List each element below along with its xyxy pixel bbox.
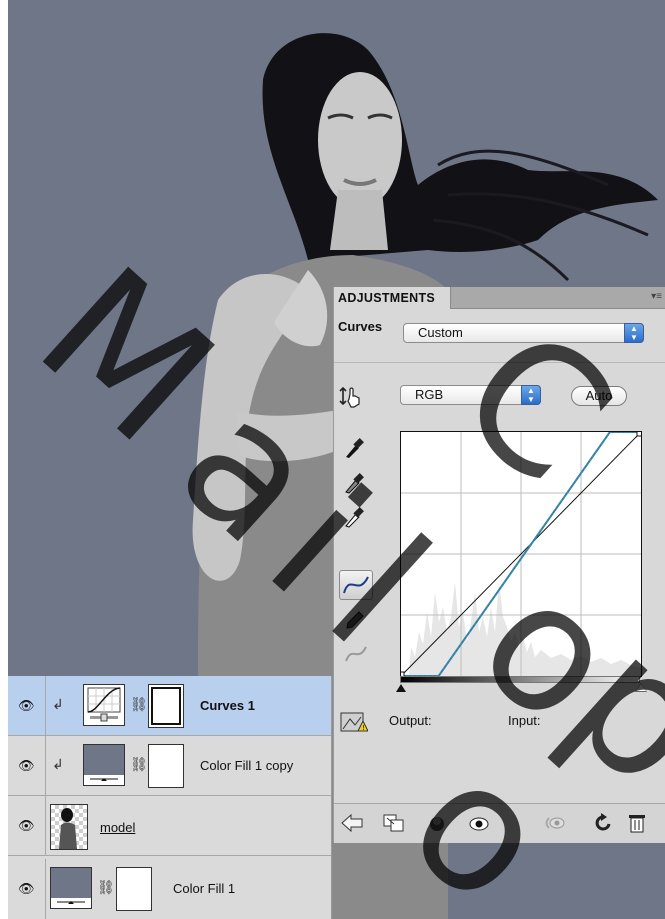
layer-row-color-fill-1[interactable]: 👁 ⛓ Color Fill 1	[8, 859, 331, 919]
channel-select[interactable]: RGB ▲ ▼	[400, 385, 541, 405]
layer-name[interactable]: model	[100, 820, 135, 835]
auto-button[interactable]: Auto	[571, 386, 627, 406]
adjustments-bottom-bar	[334, 803, 665, 843]
select-arrows-icon: ▲ ▼	[624, 323, 644, 343]
link-chain-icon[interactable]: ⛓	[130, 696, 148, 713]
histogram	[409, 582, 641, 676]
smooth-curve-icon[interactable]	[344, 643, 368, 670]
channel-value: RGB	[415, 387, 444, 402]
clipping-warning-icon[interactable]: !	[340, 709, 369, 733]
eye-icon: 👁	[18, 818, 35, 833]
return-to-list-icon[interactable]	[340, 812, 364, 834]
tab-adjustments[interactable]: ADJUSTMENTS	[334, 287, 451, 309]
visibility-toggle[interactable]: 👁	[8, 859, 46, 919]
input-label: Input:	[508, 713, 541, 728]
white-point-eyedropper-icon[interactable]	[344, 504, 366, 533]
gray-point-eyedropper-icon[interactable]	[344, 470, 366, 499]
layer-mask-thumbnail[interactable]	[148, 744, 184, 788]
layer-mask-thumbnail[interactable]	[148, 684, 184, 728]
divider	[334, 362, 665, 363]
visibility-toggle[interactable]: 👁	[8, 736, 46, 795]
clipping-arrow-icon: ↲	[52, 696, 64, 712]
color-fill-thumbnail	[50, 867, 92, 909]
link-chain-icon[interactable]: ⛓	[130, 756, 148, 773]
curves-plot	[398, 430, 643, 678]
view-previous-state-icon[interactable]	[541, 812, 567, 834]
white-point-slider[interactable]	[635, 683, 647, 692]
model-thumbnail	[50, 804, 88, 850]
layer-mask-thumbnail[interactable]	[116, 867, 152, 911]
adjustments-panel: ADJUSTMENTS ▾≡ Curves Custom ▲ ▼ RGB ▲ ▼ A…	[333, 287, 665, 843]
layers-panel: 👁 ↲ ⛓ Curves 1 👁 ↲ ⛓ Color Fill 1 copy 👁	[8, 676, 332, 919]
panel-menu-icon[interactable]: ▾≡	[651, 291, 662, 302]
black-point-eyedropper-icon[interactable]	[344, 435, 366, 464]
curve-points-tool-icon[interactable]	[339, 570, 373, 600]
on-image-adjust-icon[interactable]	[339, 386, 363, 413]
visibility-toggle[interactable]: 👁	[8, 676, 46, 735]
expand-view-icon[interactable]	[382, 812, 406, 834]
link-chain-icon[interactable]: ⛓	[97, 879, 115, 896]
layer-name[interactable]: Curves 1	[200, 698, 255, 713]
preset-select[interactable]: Custom ▲ ▼	[403, 323, 644, 343]
eye-icon: 👁	[18, 698, 35, 713]
preset-value: Custom	[418, 325, 463, 340]
curves-graph[interactable]	[398, 430, 643, 678]
select-arrows-icon: ▲ ▼	[521, 385, 541, 405]
layer-row-curves-1[interactable]: 👁 ↲ ⛓ Curves 1	[8, 676, 331, 736]
reset-icon[interactable]	[592, 812, 614, 834]
clip-to-layer-icon[interactable]	[426, 812, 448, 834]
eye-icon: 👁	[18, 881, 35, 896]
trash-icon[interactable]	[627, 812, 647, 834]
visibility-toggle[interactable]: 👁	[8, 796, 46, 855]
curve-point-white	[636, 430, 643, 437]
layer-row-color-fill-1-copy[interactable]: 👁 ↲ ⛓ Color Fill 1 copy	[8, 736, 331, 796]
adjustments-tab-bar: ADJUSTMENTS ▾≡	[334, 287, 665, 309]
output-label: Output:	[389, 713, 432, 728]
curves-adjustment-icon	[83, 684, 125, 726]
layer-name[interactable]: Color Fill 1	[173, 881, 235, 896]
black-point-slider[interactable]	[396, 684, 406, 692]
svg-text:!: !	[362, 724, 365, 732]
color-fill-thumbnail	[83, 744, 125, 786]
pencil-draw-icon[interactable]	[344, 609, 366, 636]
input-gradient-bar	[400, 676, 640, 683]
visibility-eye-icon[interactable]	[467, 812, 491, 834]
adjustment-title: Curves	[338, 319, 383, 334]
eye-icon: 👁	[18, 758, 35, 773]
clipping-arrow-icon: ↲	[52, 756, 64, 772]
layer-name[interactable]: Color Fill 1 copy	[200, 758, 293, 773]
layer-row-model[interactable]: 👁 model	[8, 796, 331, 856]
